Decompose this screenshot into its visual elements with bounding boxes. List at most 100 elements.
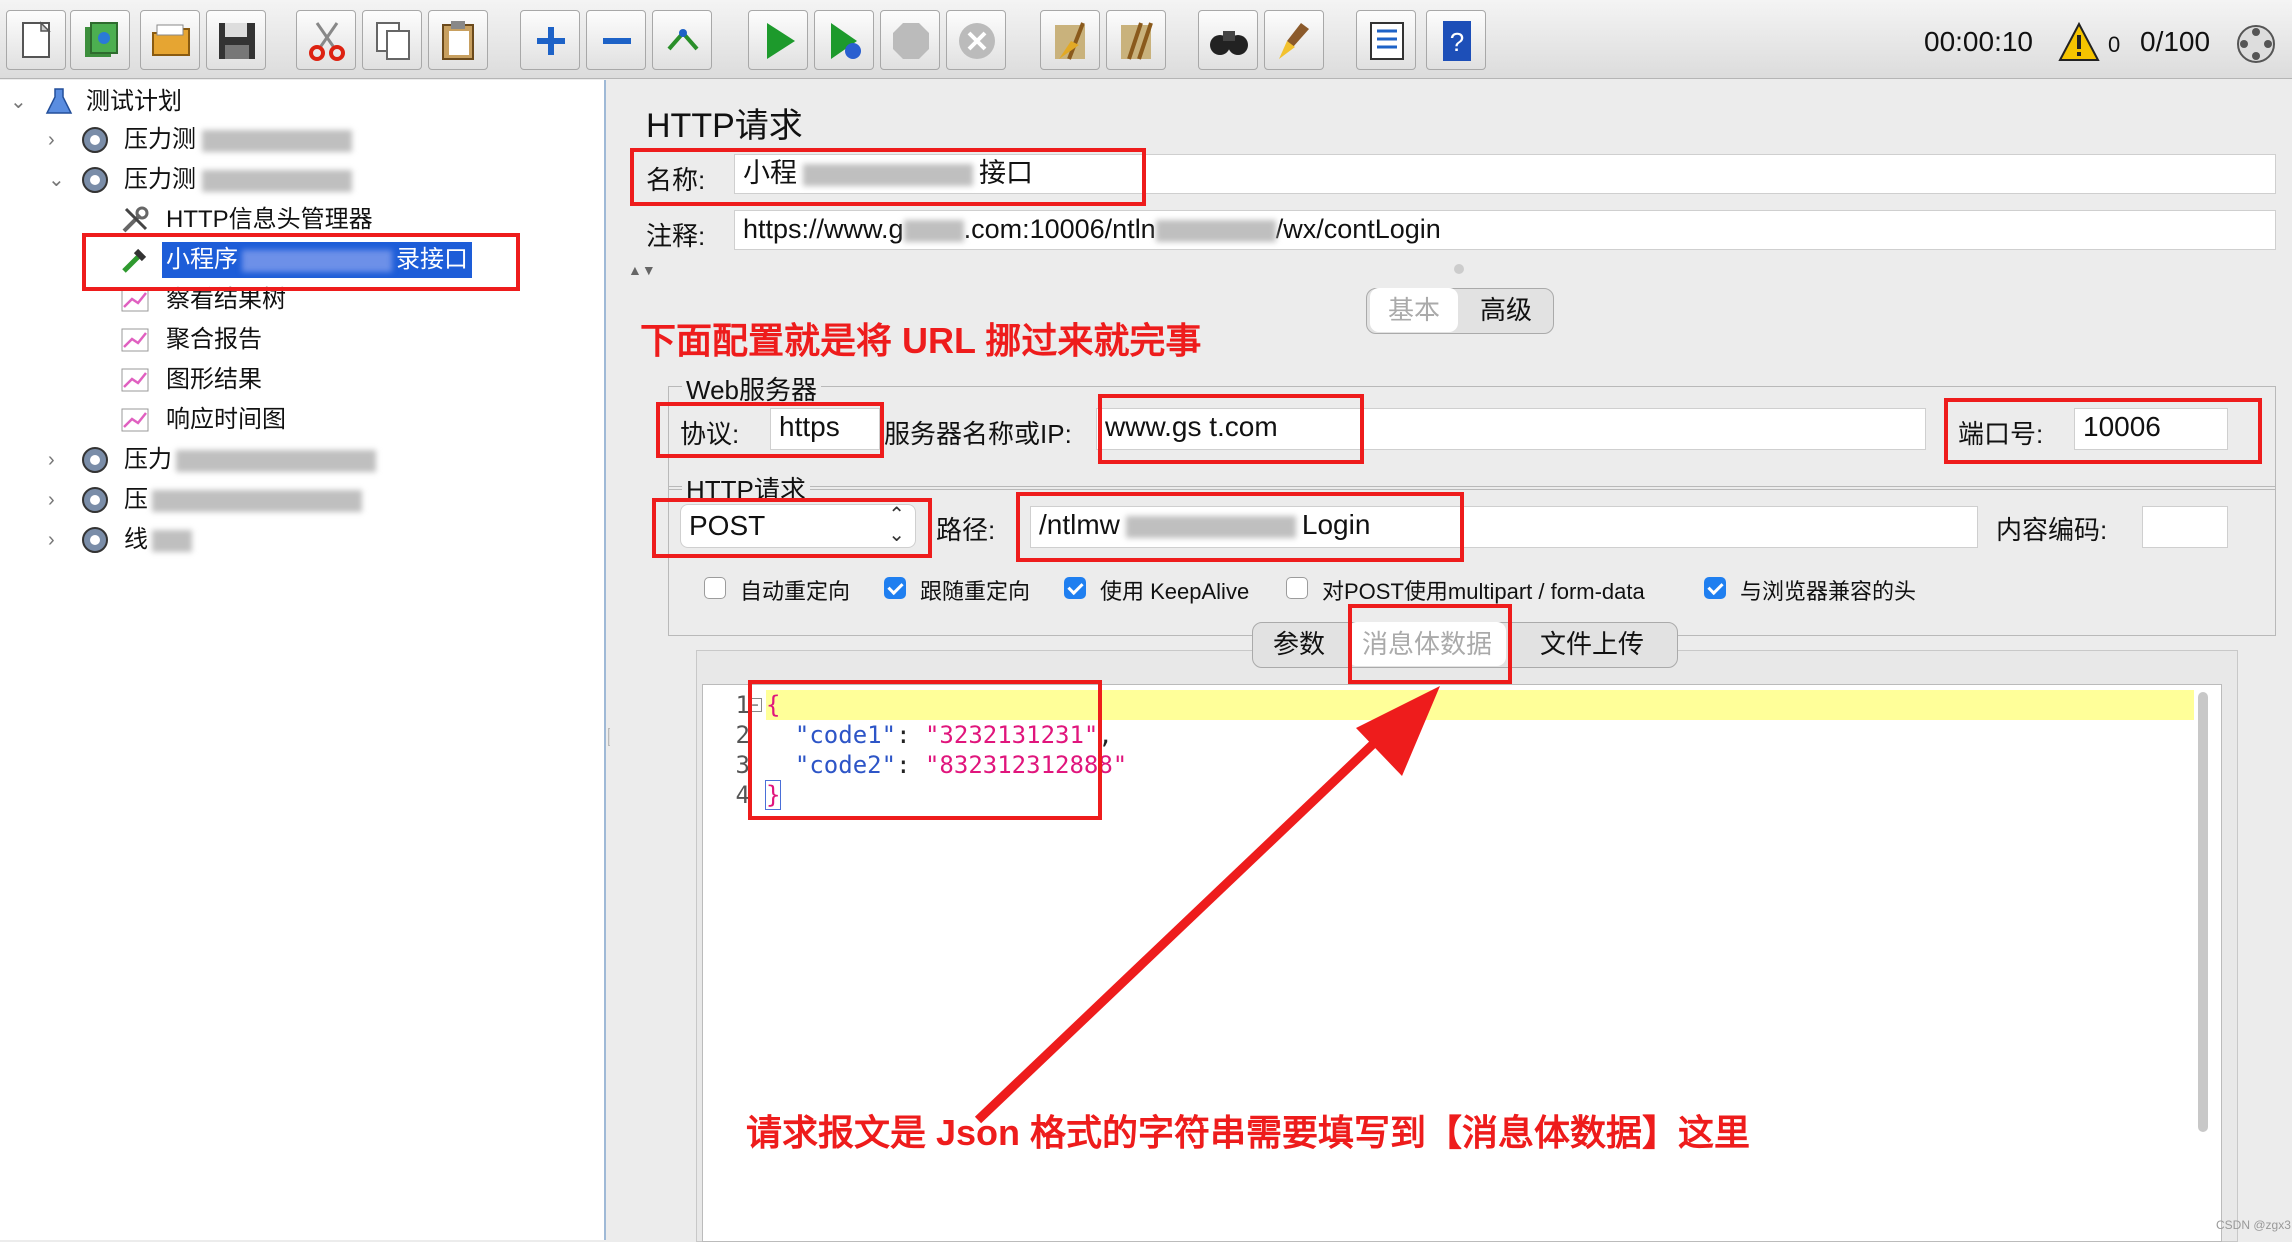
annotation-arrow — [974, 686, 1440, 1124]
splitter-handle[interactable] — [1454, 264, 1464, 274]
copy-button[interactable] — [362, 10, 422, 70]
keepalive-checkbox[interactable] — [1064, 577, 1086, 599]
follow-redirect-label: 跟随重定向 — [920, 579, 1031, 604]
templates-button[interactable] — [70, 10, 130, 70]
activity-indicator-icon — [2237, 25, 2275, 63]
open-button[interactable] — [140, 10, 200, 70]
highlight-box — [1944, 398, 2262, 464]
graph-icon — [121, 408, 149, 432]
browser-headers-label: 与浏览器兼容的头 — [1740, 579, 1917, 604]
tab-advanced[interactable]: 高级 — [1460, 288, 1552, 332]
expand-arrow-icon[interactable]: › — [48, 122, 68, 158]
tree-node-label: 聚合报告 — [166, 326, 262, 353]
path-label: 路径: — [936, 515, 996, 545]
search-button[interactable] — [1198, 10, 1258, 70]
gear-icon — [82, 167, 108, 193]
highlight-box — [1348, 604, 1512, 684]
function-helper-icon — [1370, 22, 1404, 60]
auto-redirect-label: 自动重定向 — [740, 579, 851, 604]
templates-icon — [85, 22, 118, 57]
encoding-input[interactable] — [2142, 506, 2228, 548]
new-button[interactable] — [6, 10, 66, 70]
reset-search-icon — [1279, 23, 1309, 59]
clear-all-button[interactable] — [1106, 10, 1166, 70]
gear-icon — [82, 447, 108, 473]
shutdown-button[interactable] — [946, 10, 1006, 70]
tree-node-thread-group[interactable]: › 压 — [48, 482, 408, 518]
start-no-pauses-button[interactable] — [814, 10, 874, 70]
clear-all-icon — [1121, 22, 1153, 60]
tab-basic[interactable]: 基本 — [1370, 288, 1458, 332]
annotation-url-mapping: 下面配置就是将 URL 挪过来就完事 — [640, 320, 1202, 361]
redacted-text — [152, 529, 192, 552]
shutdown-icon — [959, 23, 995, 59]
tree-node-test-plan[interactable]: ⌄ 测试计划 — [10, 84, 310, 120]
open-icon — [152, 24, 190, 56]
save-icon — [219, 23, 255, 59]
comment-value-mid: .com:10006/ntln — [963, 214, 1156, 244]
tab-files-upload[interactable]: 文件上传 — [1510, 622, 1674, 666]
main-toolbar: ? 00:00:10 0 0/100 — [0, 0, 2292, 79]
cut-icon — [309, 22, 345, 61]
tab-parameters[interactable]: 参数 — [1256, 622, 1342, 666]
editor-scrollbar[interactable] — [2198, 692, 2208, 1132]
redacted-text — [202, 129, 352, 152]
comment-value-suffix: /wx/contLogin — [1275, 214, 1441, 244]
highlight-box — [630, 148, 1146, 206]
tree-node-thread-group[interactable]: › 压力测 — [48, 122, 408, 158]
save-button[interactable] — [206, 10, 266, 70]
server-label: 服务器名称或IP: — [884, 419, 1072, 449]
browser-headers-checkbox[interactable] — [1704, 577, 1726, 599]
tree-node-thread-group[interactable]: › 线 — [48, 522, 408, 558]
highlight-box — [1016, 492, 1464, 562]
elapsed-time: 00:00:10 — [1924, 26, 2033, 57]
clear-button[interactable] — [1040, 10, 1100, 70]
cut-button[interactable] — [296, 10, 356, 70]
stop-button[interactable] — [880, 10, 940, 70]
function-helper-button[interactable] — [1356, 10, 1416, 70]
copy-icon — [376, 22, 410, 60]
watermark: CSDN @zgx3 — [2216, 1218, 2291, 1232]
toggle-button[interactable] — [652, 10, 712, 70]
comment-input[interactable]: https://www.g .com:10006/ntln/wx/contLogi… — [734, 210, 2276, 250]
tree-node-thread-group[interactable]: › 压力 — [48, 442, 408, 478]
collapse-arrow-icon[interactable]: ⌄ — [48, 162, 68, 198]
auto-redirect-checkbox[interactable] — [704, 577, 726, 599]
tree-node-aggregate-report[interactable]: 聚合报告 — [120, 322, 420, 358]
splitter-arrows-icon[interactable]: ▲▼ — [628, 262, 656, 278]
expand-icon — [537, 27, 565, 55]
expand-arrow-icon[interactable]: › — [48, 482, 68, 518]
tree-node-label: 压力 — [124, 446, 172, 473]
start-button[interactable] — [748, 10, 808, 70]
paste-button[interactable] — [428, 10, 488, 70]
follow-redirect-checkbox[interactable] — [884, 577, 906, 599]
warning-count: 0 — [2108, 32, 2121, 57]
reset-search-button[interactable] — [1264, 10, 1324, 70]
wrench-icon — [122, 206, 149, 233]
gear-icon — [82, 127, 108, 153]
collapse-arrow-icon[interactable]: ⌄ — [10, 84, 30, 120]
redacted-text — [903, 219, 964, 242]
multipart-checkbox[interactable] — [1286, 577, 1308, 599]
collapse-button[interactable] — [586, 10, 646, 70]
tree-node-graph-results[interactable]: 图形结果 — [120, 362, 420, 398]
help-button[interactable]: ? — [1426, 10, 1486, 70]
expand-button[interactable] — [520, 10, 580, 70]
paste-icon — [442, 21, 474, 60]
tree-node-response-time-graph[interactable]: 响应时间图 — [120, 402, 420, 438]
gear-icon — [82, 527, 108, 553]
highlight-box — [82, 233, 520, 291]
warning-icon[interactable] — [2058, 22, 2100, 62]
tree-node-thread-group[interactable]: ⌄ 压力测 — [48, 162, 408, 198]
line-number-gutter: 1 2 3 4 — [714, 690, 750, 810]
stop-icon — [893, 23, 929, 59]
expand-arrow-icon[interactable]: › — [48, 522, 68, 558]
expand-arrow-icon[interactable]: › — [48, 442, 68, 478]
tree-node-label: 压 — [124, 486, 148, 513]
help-icon: ? — [1443, 21, 1471, 61]
flask-icon — [45, 88, 73, 114]
svg-text:?: ? — [1450, 27, 1464, 57]
tree-node-label: 压力测 — [124, 126, 196, 153]
redacted-text — [152, 489, 362, 512]
highlight-box — [1098, 394, 1364, 464]
